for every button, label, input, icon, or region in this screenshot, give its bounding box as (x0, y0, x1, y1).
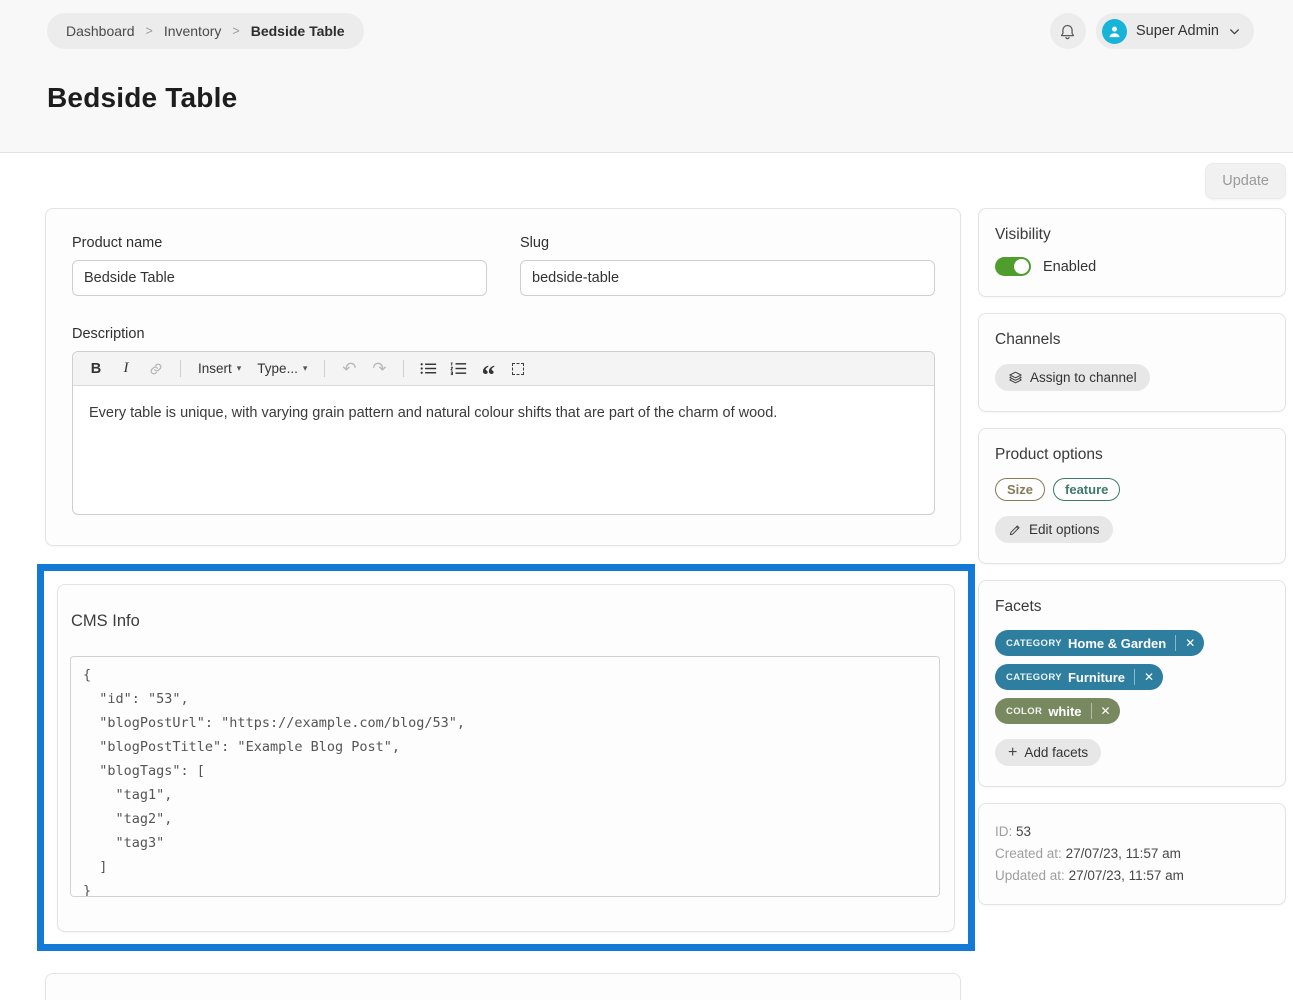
italic-button[interactable]: I (113, 356, 139, 382)
cms-info-highlight: CMS Info { "id": "53", "blogPostUrl": "h… (37, 564, 975, 951)
slug-label: Slug (520, 235, 935, 251)
chevron-down-icon (1228, 25, 1241, 38)
breadcrumb-item-current: Bedside Table (251, 23, 345, 39)
caret-down-icon: ▾ (303, 363, 308, 374)
product-name-input[interactable] (72, 260, 487, 296)
created-at-row: Created at: 27/07/23, 11:57 am (995, 843, 1269, 865)
add-facets-button[interactable]: + Add facets (995, 739, 1101, 766)
visibility-title: Visibility (995, 226, 1269, 244)
layers-icon (1008, 370, 1023, 385)
quote-icon: “ (482, 370, 496, 380)
facet-chip-home-garden: CATEGORY Home & Garden ✕ (995, 630, 1204, 656)
breadcrumb-item-dashboard[interactable]: Dashboard (66, 23, 135, 39)
editor-toolbar: B I (73, 352, 934, 386)
close-icon: ✕ (1144, 670, 1154, 684)
description-label: Description (72, 326, 935, 342)
slug-input[interactable] (520, 260, 935, 296)
channels-card: Channels Assign to channel (978, 313, 1286, 412)
redo-button[interactable]: ↷ (366, 356, 392, 382)
remove-facet-button[interactable]: ✕ (1175, 635, 1195, 651)
breadcrumb-separator-icon: > (232, 24, 239, 38)
insert-dropdown[interactable]: Insert ▾ (192, 356, 247, 382)
visibility-card: Visibility Enabled (978, 208, 1286, 297)
visibility-toggle[interactable] (995, 257, 1031, 276)
type-dropdown[interactable]: Type... ▾ (251, 356, 313, 382)
product-options-title: Product options (995, 446, 1269, 464)
undo-button[interactable]: ↶ (336, 356, 362, 382)
breadcrumb-item-inventory[interactable]: Inventory (164, 23, 222, 39)
visibility-status: Enabled (1043, 259, 1096, 275)
sidebar: Visibility Enabled Channels (978, 208, 1286, 905)
ordered-list-button[interactable] (445, 356, 471, 382)
assign-to-channel-button[interactable]: Assign to channel (995, 364, 1150, 391)
page-header: Dashboard > Inventory > Bedside Table (0, 0, 1293, 153)
breadcrumb-separator-icon: > (146, 24, 153, 38)
bullet-list-button[interactable] (415, 356, 441, 382)
update-button[interactable]: Update (1205, 163, 1286, 199)
dashed-square-icon (512, 363, 524, 375)
page-title: Bedside Table (47, 82, 1254, 114)
blockquote-button[interactable]: “ (475, 356, 501, 382)
avatar (1102, 19, 1127, 44)
toolbar-divider (324, 360, 325, 377)
pencil-icon (1008, 523, 1022, 537)
product-name-label: Product name (72, 235, 487, 251)
bold-button[interactable]: B (83, 356, 109, 382)
link-button[interactable] (143, 356, 169, 382)
remove-facet-button[interactable]: ✕ (1091, 703, 1111, 719)
cms-info-title: CMS Info (70, 612, 940, 631)
toolbar-divider (403, 360, 404, 377)
user-menu-button[interactable]: Super Admin (1096, 13, 1254, 49)
undo-icon: ↶ (342, 359, 356, 379)
user-name: Super Admin (1136, 23, 1219, 39)
remove-facet-button[interactable]: ✕ (1134, 669, 1154, 685)
facet-chip-furniture: CATEGORY Furniture ✕ (995, 664, 1163, 690)
option-chip-feature: feature (1053, 478, 1120, 501)
entity-info-card: ID: 53 Created at: 27/07/23, 11:57 am Up… (978, 803, 1286, 905)
created-at-value: 27/07/23, 11:57 am (1066, 846, 1181, 861)
content-area: Update Product name Slug (0, 153, 1293, 1000)
notifications-button[interactable] (1050, 13, 1086, 49)
next-section-card (45, 973, 961, 1000)
breadcrumb: Dashboard > Inventory > Bedside Table (47, 13, 364, 49)
entity-id-value: 53 (1016, 824, 1031, 839)
facets-card: Facets CATEGORY Home & Garden ✕ CATEGORY… (978, 580, 1286, 787)
product-form-card: Product name Slug Description B I (45, 208, 961, 546)
rich-text-editor: B I (72, 351, 935, 515)
updated-at-value: 27/07/23, 11:57 am (1069, 868, 1184, 883)
close-icon: ✕ (1101, 704, 1111, 718)
close-icon: ✕ (1185, 636, 1195, 650)
edit-options-button[interactable]: Edit options (995, 516, 1113, 543)
updated-at-row: Updated at: 27/07/23, 11:57 am (995, 865, 1269, 887)
plus-icon: + (1008, 745, 1017, 761)
bell-icon (1058, 22, 1077, 41)
product-options-card: Product options Size feature Edit option… (978, 428, 1286, 564)
toolbar-divider (180, 360, 181, 377)
bullet-list-icon (420, 361, 437, 376)
facet-chip-color-white: COLOR white ✕ (995, 698, 1120, 724)
description-editor-content[interactable]: Every table is unique, with varying grai… (73, 386, 934, 514)
facets-title: Facets (995, 598, 1269, 616)
option-chip-size: Size (995, 478, 1045, 501)
caret-down-icon: ▾ (237, 363, 242, 374)
code-block-button[interactable] (505, 356, 531, 382)
cms-info-card: CMS Info { "id": "53", "blogPostUrl": "h… (57, 584, 955, 932)
entity-id-row: ID: 53 (995, 821, 1269, 843)
cms-info-json-textarea[interactable]: { "id": "53", "blogPostUrl": "https://ex… (70, 656, 940, 897)
ordered-list-icon (450, 361, 467, 376)
channels-title: Channels (995, 331, 1269, 349)
redo-icon: ↷ (372, 359, 386, 379)
product-detail-page: Dashboard > Inventory > Bedside Table (0, 0, 1293, 1000)
link-icon (148, 361, 164, 377)
